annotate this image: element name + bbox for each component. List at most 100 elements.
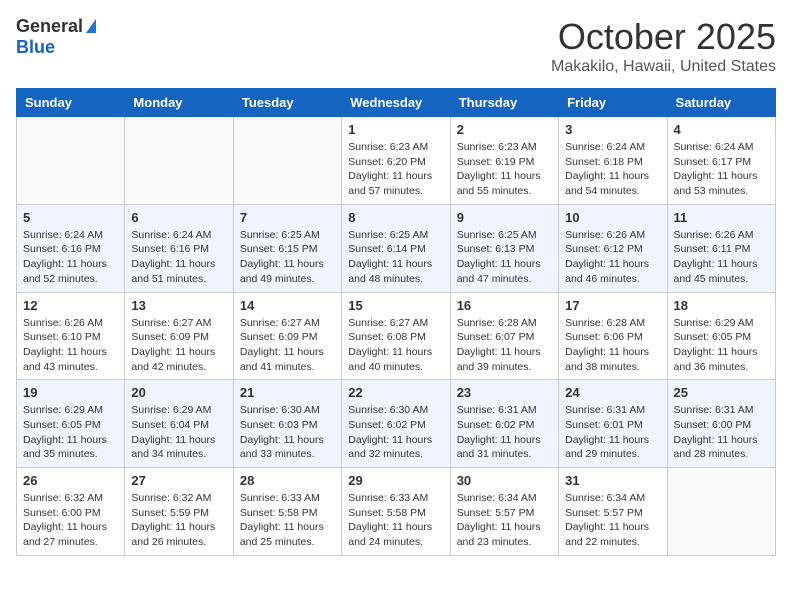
weekday-header-monday: Monday — [125, 89, 233, 117]
day-info: Sunrise: 6:30 AM Sunset: 6:02 PM Dayligh… — [348, 403, 443, 462]
calendar-cell: 29 Sunrise: 6:33 AM Sunset: 5:58 PM Dayli… — [342, 468, 450, 556]
weekday-header-wednesday: Wednesday — [342, 89, 450, 117]
day-info: Sunrise: 6:29 AM Sunset: 6:05 PM Dayligh… — [23, 403, 118, 462]
day-number: 18 — [674, 298, 769, 313]
day-number: 17 — [565, 298, 660, 313]
day-number: 28 — [240, 473, 335, 488]
day-number: 22 — [348, 385, 443, 400]
week-row-1: 1Sunrise: 6:23 AM Sunset: 6:20 PM Daylig… — [17, 117, 776, 205]
week-row-3: 12 Sunrise: 6:26 AM Sunset: 6:10 PM Dayli… — [17, 292, 776, 380]
calendar-cell: 3Sunrise: 6:24 AM Sunset: 6:18 PM Daylig… — [559, 117, 667, 205]
calendar-cell: 21 Sunrise: 6:30 AM Sunset: 6:03 PM Dayli… — [233, 380, 341, 468]
weekday-header-row: SundayMondayTuesdayWednesdayThursdayFrid… — [17, 89, 776, 117]
day-info: Sunrise: 6:32 AM Sunset: 5:59 PM Dayligh… — [131, 491, 226, 550]
day-number: 4 — [674, 122, 769, 137]
day-number: 13 — [131, 298, 226, 313]
day-info: Sunrise: 6:27 AM Sunset: 6:08 PM Dayligh… — [348, 316, 443, 375]
day-info: Sunrise: 6:25 AM Sunset: 6:14 PM Dayligh… — [348, 228, 443, 287]
day-number: 12 — [23, 298, 118, 313]
calendar-body: 1Sunrise: 6:23 AM Sunset: 6:20 PM Daylig… — [17, 117, 776, 556]
calendar-cell: 25Sunrise: 6:31 AM Sunset: 6:00 PM Dayli… — [667, 380, 775, 468]
calendar-cell: 28Sunrise: 6:33 AM Sunset: 5:58 PM Dayli… — [233, 468, 341, 556]
calendar-cell: 15 Sunrise: 6:27 AM Sunset: 6:08 PM Dayli… — [342, 292, 450, 380]
calendar-cell: 5Sunrise: 6:24 AM Sunset: 6:16 PM Daylig… — [17, 204, 125, 292]
day-number: 15 — [348, 298, 443, 313]
calendar-cell: 1Sunrise: 6:23 AM Sunset: 6:20 PM Daylig… — [342, 117, 450, 205]
calendar-cell: 9Sunrise: 6:25 AM Sunset: 6:13 PM Daylig… — [450, 204, 558, 292]
day-number: 14 — [240, 298, 335, 313]
day-info: Sunrise: 6:31 AM Sunset: 6:01 PM Dayligh… — [565, 403, 660, 462]
calendar-cell: 6 Sunrise: 6:24 AM Sunset: 6:16 PM Daylig… — [125, 204, 233, 292]
logo-triangle-icon — [86, 19, 96, 33]
day-info: Sunrise: 6:26 AM Sunset: 6:12 PM Dayligh… — [565, 228, 660, 287]
calendar-cell: 16Sunrise: 6:28 AM Sunset: 6:07 PM Dayli… — [450, 292, 558, 380]
month-title: October 2025 — [551, 16, 776, 58]
day-info: Sunrise: 6:24 AM Sunset: 6:16 PM Dayligh… — [23, 228, 118, 287]
day-info: Sunrise: 6:27 AM Sunset: 6:09 PM Dayligh… — [131, 316, 226, 375]
calendar-cell: 23 Sunrise: 6:31 AM Sunset: 6:02 PM Dayli… — [450, 380, 558, 468]
day-number: 8 — [348, 210, 443, 225]
day-info: Sunrise: 6:33 AM Sunset: 5:58 PM Dayligh… — [348, 491, 443, 550]
calendar-cell: 11 Sunrise: 6:26 AM Sunset: 6:11 PM Dayli… — [667, 204, 775, 292]
day-info: Sunrise: 6:34 AM Sunset: 5:57 PM Dayligh… — [565, 491, 660, 550]
day-info: Sunrise: 6:32 AM Sunset: 6:00 PM Dayligh… — [23, 491, 118, 550]
day-info: Sunrise: 6:25 AM Sunset: 6:15 PM Dayligh… — [240, 228, 335, 287]
week-row-4: 19 Sunrise: 6:29 AM Sunset: 6:05 PM Dayli… — [17, 380, 776, 468]
calendar-cell: 27 Sunrise: 6:32 AM Sunset: 5:59 PM Dayli… — [125, 468, 233, 556]
day-info: Sunrise: 6:26 AM Sunset: 6:10 PM Dayligh… — [23, 316, 118, 375]
day-number: 26 — [23, 473, 118, 488]
day-number: 31 — [565, 473, 660, 488]
day-info: Sunrise: 6:24 AM Sunset: 6:18 PM Dayligh… — [565, 140, 660, 199]
day-number: 10 — [565, 210, 660, 225]
calendar-cell: 13 Sunrise: 6:27 AM Sunset: 6:09 PM Dayli… — [125, 292, 233, 380]
calendar-cell: 17 Sunrise: 6:28 AM Sunset: 6:06 PM Dayli… — [559, 292, 667, 380]
day-info: Sunrise: 6:23 AM Sunset: 6:19 PM Dayligh… — [457, 140, 552, 199]
calendar-table: SundayMondayTuesdayWednesdayThursdayFrid… — [16, 88, 776, 556]
day-number: 23 — [457, 385, 552, 400]
day-info: Sunrise: 6:25 AM Sunset: 6:13 PM Dayligh… — [457, 228, 552, 287]
calendar-cell: 30Sunrise: 6:34 AM Sunset: 5:57 PM Dayli… — [450, 468, 558, 556]
day-number: 2 — [457, 122, 552, 137]
calendar-cell: 12 Sunrise: 6:26 AM Sunset: 6:10 PM Dayli… — [17, 292, 125, 380]
day-number: 29 — [348, 473, 443, 488]
weekday-header-saturday: Saturday — [667, 89, 775, 117]
day-info: Sunrise: 6:24 AM Sunset: 6:16 PM Dayligh… — [131, 228, 226, 287]
calendar-cell: 24Sunrise: 6:31 AM Sunset: 6:01 PM Dayli… — [559, 380, 667, 468]
calendar-cell: 20 Sunrise: 6:29 AM Sunset: 6:04 PM Dayli… — [125, 380, 233, 468]
day-info: Sunrise: 6:28 AM Sunset: 6:06 PM Dayligh… — [565, 316, 660, 375]
calendar-cell: 22 Sunrise: 6:30 AM Sunset: 6:02 PM Dayli… — [342, 380, 450, 468]
day-number: 1 — [348, 122, 443, 137]
day-info: Sunrise: 6:28 AM Sunset: 6:07 PM Dayligh… — [457, 316, 552, 375]
day-number: 6 — [131, 210, 226, 225]
calendar-header: SundayMondayTuesdayWednesdayThursdayFrid… — [17, 89, 776, 117]
calendar-cell: 19 Sunrise: 6:29 AM Sunset: 6:05 PM Dayli… — [17, 380, 125, 468]
calendar-cell: 31 Sunrise: 6:34 AM Sunset: 5:57 PM Dayli… — [559, 468, 667, 556]
day-number: 11 — [674, 210, 769, 225]
day-info: Sunrise: 6:30 AM Sunset: 6:03 PM Dayligh… — [240, 403, 335, 462]
calendar-cell: 8 Sunrise: 6:25 AM Sunset: 6:14 PM Daylig… — [342, 204, 450, 292]
calendar-cell — [667, 468, 775, 556]
day-number: 27 — [131, 473, 226, 488]
week-row-2: 5Sunrise: 6:24 AM Sunset: 6:16 PM Daylig… — [17, 204, 776, 292]
calendar-cell — [125, 117, 233, 205]
logo-general: General — [16, 16, 83, 37]
weekday-header-thursday: Thursday — [450, 89, 558, 117]
day-info: Sunrise: 6:29 AM Sunset: 6:04 PM Dayligh… — [131, 403, 226, 462]
day-info: Sunrise: 6:26 AM Sunset: 6:11 PM Dayligh… — [674, 228, 769, 287]
day-info: Sunrise: 6:29 AM Sunset: 6:05 PM Dayligh… — [674, 316, 769, 375]
weekday-header-friday: Friday — [559, 89, 667, 117]
day-info: Sunrise: 6:24 AM Sunset: 6:17 PM Dayligh… — [674, 140, 769, 199]
day-number: 19 — [23, 385, 118, 400]
day-info: Sunrise: 6:34 AM Sunset: 5:57 PM Dayligh… — [457, 491, 552, 550]
calendar-cell: 4 Sunrise: 6:24 AM Sunset: 6:17 PM Daylig… — [667, 117, 775, 205]
day-info: Sunrise: 6:31 AM Sunset: 6:02 PM Dayligh… — [457, 403, 552, 462]
week-row-5: 26 Sunrise: 6:32 AM Sunset: 6:00 PM Dayli… — [17, 468, 776, 556]
calendar-cell — [17, 117, 125, 205]
day-number: 20 — [131, 385, 226, 400]
calendar-cell: 7Sunrise: 6:25 AM Sunset: 6:15 PM Daylig… — [233, 204, 341, 292]
title-section: October 2025 Makakilo, Hawaii, United St… — [551, 16, 776, 76]
weekday-header-sunday: Sunday — [17, 89, 125, 117]
logo-blue: Blue — [16, 37, 55, 58]
calendar-cell: 2 Sunrise: 6:23 AM Sunset: 6:19 PM Daylig… — [450, 117, 558, 205]
day-number: 21 — [240, 385, 335, 400]
